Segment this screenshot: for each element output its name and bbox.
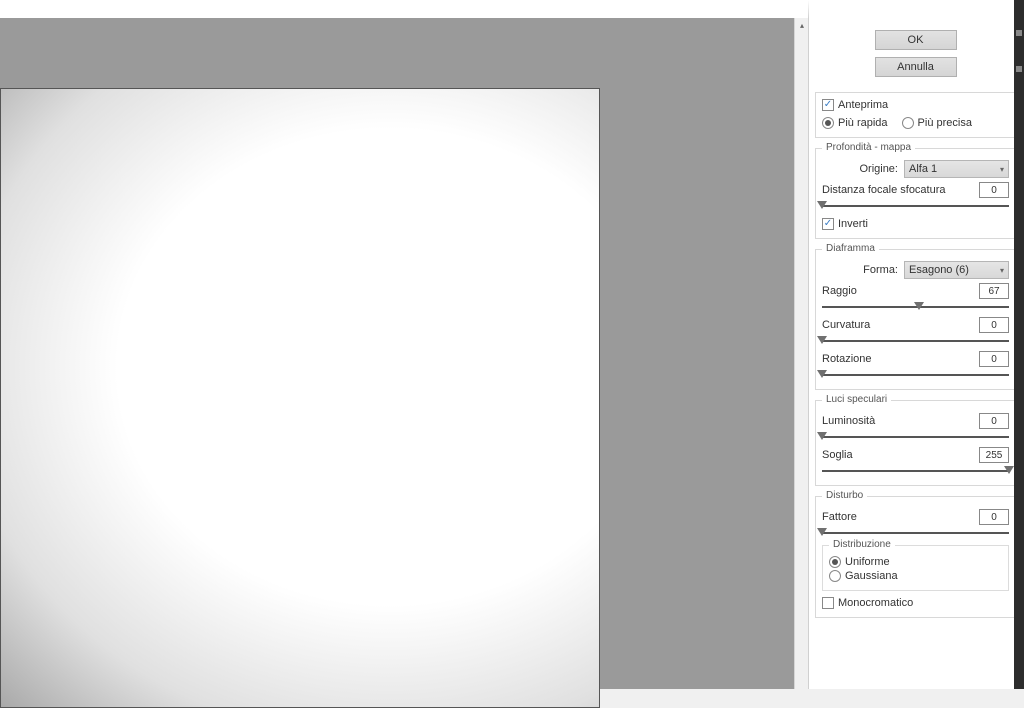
- precise-radio[interactable]: [902, 117, 914, 129]
- vertical-scrollbar[interactable]: ▴: [794, 18, 808, 689]
- shape-value: Esagono (6): [909, 264, 969, 276]
- radius-label: Raggio: [822, 285, 857, 297]
- depth-map-group: Profondità - mappa Origine: Alfa 1 ▾ Dis…: [815, 148, 1016, 239]
- distribution-group: Distribuzione Uniforme Gaussiana: [822, 545, 1009, 591]
- uniform-radio[interactable]: [829, 556, 841, 568]
- noise-group: Disturbo Fattore Distribuzione Uniforme …: [815, 496, 1016, 618]
- amount-track[interactable]: [822, 527, 1009, 539]
- panel-tab-icon[interactable]: [1016, 30, 1022, 36]
- focal-distance-label: Distanza focale sfocatura: [822, 184, 946, 196]
- panel-tab-icon[interactable]: [1016, 66, 1022, 72]
- cancel-button[interactable]: Annulla: [875, 57, 957, 77]
- iris-title: Diaframma: [822, 243, 879, 254]
- distribution-title: Distribuzione: [829, 539, 895, 550]
- amount-input[interactable]: [979, 509, 1009, 525]
- precise-label: Più precisa: [918, 117, 972, 129]
- preview-canvas: [0, 88, 600, 708]
- preview-label: Anteprima: [838, 99, 888, 111]
- focal-distance-track[interactable]: [822, 200, 1009, 212]
- curvature-input[interactable]: [979, 317, 1009, 333]
- invert-label: Inverti: [838, 218, 868, 230]
- brightness-track[interactable]: [822, 431, 1009, 443]
- focal-distance-slider: Distanza focale sfocatura: [822, 182, 1009, 212]
- gaussian-label: Gaussiana: [845, 570, 898, 582]
- preview-area: ▴: [0, 0, 809, 689]
- monochromatic-checkbox[interactable]: [822, 597, 834, 609]
- noise-title: Disturbo: [822, 490, 867, 501]
- uniform-label: Uniforme: [845, 556, 890, 568]
- rotation-track[interactable]: [822, 369, 1009, 381]
- amount-label: Fattore: [822, 511, 857, 523]
- focal-distance-input[interactable]: [979, 182, 1009, 198]
- scroll-up-icon[interactable]: ▴: [795, 18, 809, 32]
- preview-group: ✓ Anteprima Più rapida Più precisa: [815, 92, 1016, 138]
- chevron-down-icon: ▾: [1000, 266, 1004, 275]
- specular-group: Luci speculari Luminosità Soglia: [815, 400, 1016, 486]
- source-label: Origine:: [859, 163, 898, 175]
- threshold-track[interactable]: [822, 465, 1009, 477]
- preview-checkbox[interactable]: ✓: [822, 99, 834, 111]
- rotation-input[interactable]: [979, 351, 1009, 367]
- shape-select[interactable]: Esagono (6) ▾: [904, 261, 1009, 279]
- ok-button[interactable]: OK: [875, 30, 957, 50]
- threshold-input[interactable]: [979, 447, 1009, 463]
- curvature-label: Curvatura: [822, 319, 870, 331]
- chevron-down-icon: ▾: [1000, 165, 1004, 174]
- brightness-input[interactable]: [979, 413, 1009, 429]
- shape-label: Forma:: [863, 264, 898, 276]
- monochromatic-label: Monocromatico: [838, 597, 913, 609]
- invert-checkbox[interactable]: ✓: [822, 218, 834, 230]
- rotation-label: Rotazione: [822, 353, 872, 365]
- iris-group: Diaframma Forma: Esagono (6) ▾ Raggio Cu…: [815, 249, 1016, 390]
- radius-input[interactable]: [979, 283, 1009, 299]
- depth-map-title: Profondità - mappa: [822, 142, 915, 153]
- settings-panel: OK Annulla ✓ Anteprima Più rapida Più pr…: [809, 0, 1024, 689]
- threshold-label: Soglia: [822, 449, 853, 461]
- faster-radio[interactable]: [822, 117, 834, 129]
- source-value: Alfa 1: [909, 163, 937, 175]
- source-select[interactable]: Alfa 1 ▾: [904, 160, 1009, 178]
- faster-label: Più rapida: [838, 117, 888, 129]
- radius-track[interactable]: [822, 301, 1009, 313]
- curvature-track[interactable]: [822, 335, 1009, 347]
- app-right-strip: [1014, 0, 1024, 689]
- specular-title: Luci speculari: [822, 394, 891, 405]
- brightness-label: Luminosità: [822, 415, 875, 427]
- gaussian-radio[interactable]: [829, 570, 841, 582]
